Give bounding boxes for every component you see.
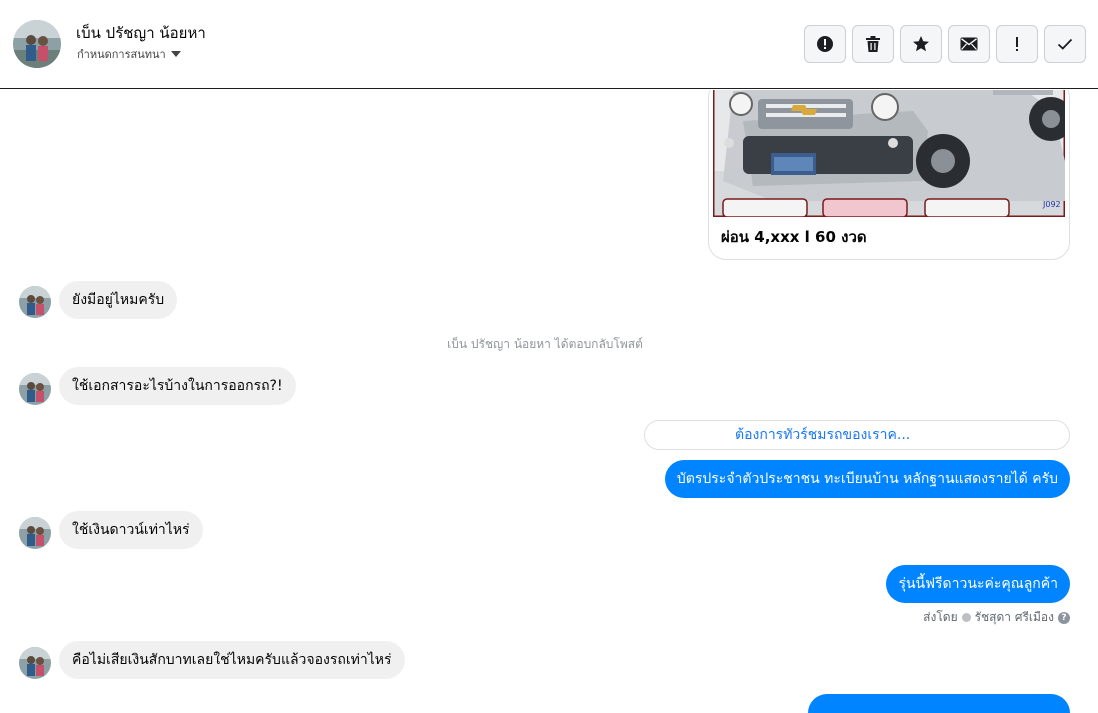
contact-avatar-small[interactable] xyxy=(19,647,51,679)
verified-dot-icon xyxy=(961,613,971,622)
sent-by-info: ส่งโดย รัชสุดา ศรีเมือง ? xyxy=(923,608,1070,627)
star-button[interactable] xyxy=(900,25,942,63)
conversation-settings-dropdown[interactable]: กำหนดการสนทนา xyxy=(77,45,181,63)
contact-avatar-small[interactable] xyxy=(19,517,51,549)
system-note: เบ็น ปรัชญา น้อยหา ได้ตอบกลับโพสต์ xyxy=(447,337,643,351)
sent-by-name[interactable]: รัชสุดา ศรีเมือง xyxy=(975,608,1054,627)
delete-button[interactable] xyxy=(852,25,894,63)
contact-avatar-small[interactable] xyxy=(19,286,51,318)
conversation-header: เบ็น ปรัชญา น้อยหา กำหนดการสนทนา xyxy=(0,0,1098,89)
outgoing-message[interactable]: รุ่นนี้ฟรีดาวนะค่ะคุณลูกค้า xyxy=(886,565,1070,603)
exclamation-circle-icon xyxy=(816,35,834,53)
sent-by-label: ส่งโดย xyxy=(923,610,958,624)
mark-done-button[interactable] xyxy=(1044,25,1086,63)
message-thread[interactable]: J092 ผ่อน 4,xxx l 60 งวด ยังมีอยู่ไหมครั… xyxy=(0,90,1098,713)
exclamation-icon xyxy=(1014,36,1020,52)
envelope-icon xyxy=(960,37,978,51)
header-actions xyxy=(804,25,1086,63)
outgoing-message-partial[interactable] xyxy=(808,694,1070,713)
incoming-message[interactable]: ยังมีอยู่ไหมครับ xyxy=(59,281,178,319)
outgoing-message[interactable]: บัตรประจำตัวประชาชน ทะเบียนบ้าน หลักฐานแ… xyxy=(664,460,1070,498)
caret-down-icon xyxy=(170,51,181,57)
incoming-message[interactable]: ใช้เอกสารอะไรบ้างในการออกรถ?! xyxy=(59,367,296,405)
post-caption: ผ่อน 4,xxx l 60 งวด xyxy=(721,228,867,246)
follow-up-button[interactable] xyxy=(996,25,1038,63)
quoted-reply[interactable]: ต้องการทัวร์ชมรถของเราค... xyxy=(644,420,1070,450)
mark-spam-button[interactable] xyxy=(804,25,846,63)
mark-unread-button[interactable] xyxy=(948,25,990,63)
help-icon[interactable]: ? xyxy=(1058,611,1070,624)
trash-icon xyxy=(865,35,881,53)
contact-avatar-small[interactable] xyxy=(19,373,51,405)
star-icon xyxy=(912,35,930,53)
check-icon xyxy=(1057,38,1073,50)
contact-name[interactable]: เบ็น ปรัชญา น้อยหา xyxy=(76,21,206,45)
incoming-message[interactable]: คือไม่เสียเงินสักบาทเลยใช่ไหมครับแล้วจอง… xyxy=(59,641,405,679)
incoming-message[interactable]: ใช้เงินดาวน์เท่าไหร่ xyxy=(59,511,203,549)
svg-text:J092: J092 xyxy=(1042,200,1061,209)
contact-avatar[interactable] xyxy=(13,20,61,68)
shared-post-card[interactable]: J092 ผ่อน 4,xxx l 60 งวด xyxy=(708,90,1070,260)
car-image: J092 xyxy=(713,90,1065,217)
conversation-settings-label: กำหนดการสนทนา xyxy=(77,48,166,61)
